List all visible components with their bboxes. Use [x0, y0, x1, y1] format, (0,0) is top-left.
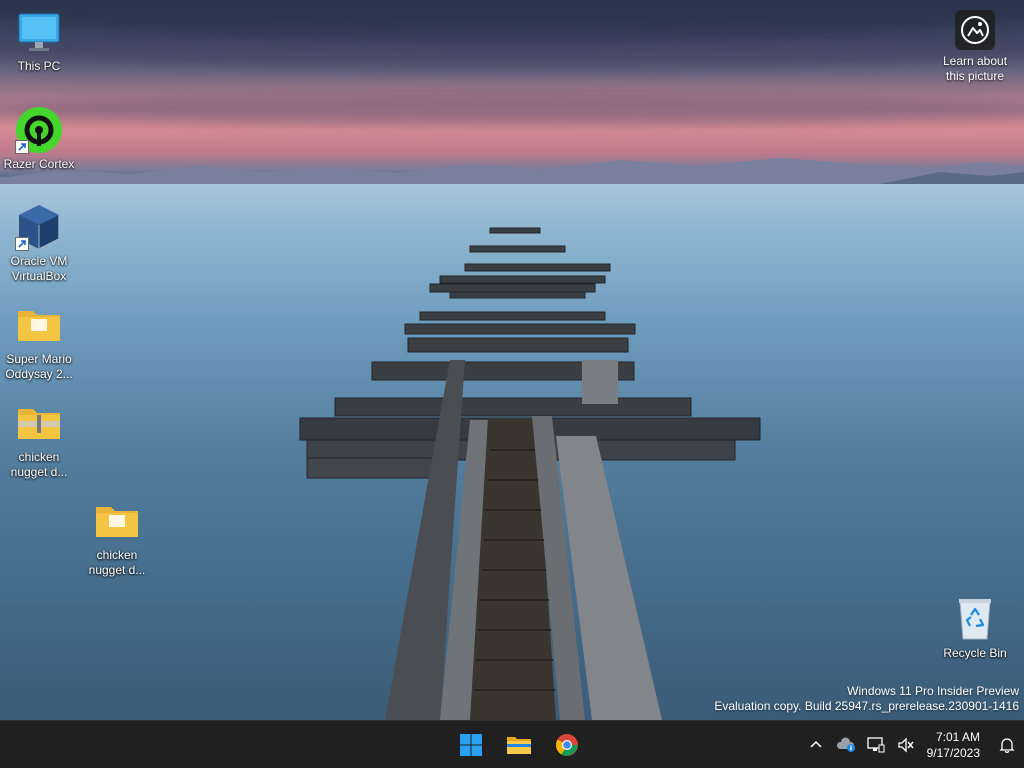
volume-tray-button[interactable]	[891, 725, 921, 765]
chrome-icon	[556, 734, 578, 756]
camera-info-icon	[955, 10, 995, 50]
chrome-button[interactable]	[547, 725, 587, 765]
clock-date: 9/17/2023	[926, 746, 980, 760]
learn-about-this-picture[interactable]: Learn about this picture	[936, 8, 1014, 84]
notifications-button[interactable]	[990, 725, 1024, 765]
show-hidden-icons-button[interactable]	[801, 725, 831, 765]
watermark-build: Evaluation copy. Build 25947.rs_prerelea…	[714, 699, 1019, 713]
file-explorer-icon	[507, 737, 531, 754]
desktop-icon-label: chicken nugget d...	[88, 548, 146, 577]
start-button[interactable]	[451, 725, 491, 765]
bell-icon	[999, 738, 1015, 753]
desktop-icon-label: This PC	[17, 59, 61, 73]
desktop-icon-label: Oracle VM VirtualBox	[10, 254, 68, 283]
cloud-info-icon	[836, 737, 855, 752]
desktop-wallpaper	[0, 0, 1024, 720]
chevron-up-icon	[810, 740, 822, 748]
folder-icon	[93, 497, 141, 545]
recycle-bin-icon	[951, 595, 999, 643]
desktop-icon-folder-super-mario[interactable]: Super Mario Oddysay 2...	[0, 301, 78, 382]
network-tray-button[interactable]	[861, 725, 891, 765]
desktop-icon-label: Recycle Bin	[943, 646, 1007, 660]
onedrive-tray-button[interactable]	[831, 725, 861, 765]
windows-start-icon	[460, 734, 482, 756]
shortcut-arrow-icon	[15, 237, 29, 251]
file-explorer-button[interactable]	[499, 725, 539, 765]
zip-folder-icon	[15, 399, 63, 447]
wooden-pier	[299, 227, 761, 720]
desktop-icon-folder-chicken-nugget[interactable]: chicken nugget d...	[78, 497, 156, 578]
desktop-icon-this-pc[interactable]: This PC	[0, 8, 78, 74]
taskbar-pinned-apps	[451, 725, 587, 765]
razer-cortex-icon	[15, 106, 63, 154]
desktop-icon-zip-chicken-nugget[interactable]: chicken nugget d...	[0, 399, 78, 480]
desktop-icon-virtualbox[interactable]: Oracle VM VirtualBox	[0, 203, 78, 284]
build-watermark: Windows 11 Pro Insider Preview Evaluatio…	[714, 684, 1019, 714]
system-tray: 7:01 AM 9/17/2023	[801, 721, 1024, 769]
desktop-icon-label: chicken nugget d...	[10, 450, 68, 479]
desktop-icon-recycle-bin[interactable]: Recycle Bin	[936, 595, 1014, 661]
virtualbox-icon	[15, 203, 63, 251]
monitor-icon	[15, 8, 63, 56]
desktop-icon-razer-cortex[interactable]: Razer Cortex	[0, 106, 78, 172]
taskbar: 7:01 AM 9/17/2023	[0, 720, 1024, 768]
shortcut-arrow-icon	[15, 140, 29, 154]
learn-about-label: Learn about this picture	[942, 54, 1008, 83]
desktop-icon-label: Super Mario Oddysay 2...	[5, 352, 73, 381]
taskbar-clock[interactable]: 7:01 AM 9/17/2023	[921, 729, 990, 761]
desktop-icon-label: Razer Cortex	[3, 157, 75, 171]
network-icon	[866, 737, 885, 753]
clock-time: 7:01 AM	[935, 730, 980, 744]
watermark-edition: Windows 11 Pro Insider Preview	[847, 684, 1019, 698]
folder-icon	[15, 301, 63, 349]
speaker-muted-icon	[897, 737, 914, 753]
